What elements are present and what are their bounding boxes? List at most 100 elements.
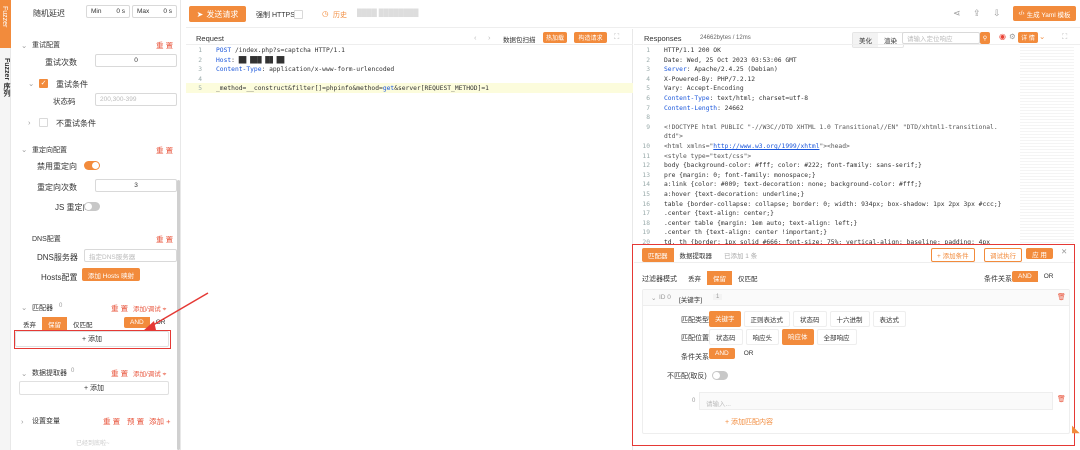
response-editor-wrap: 1 HTTP/1.1 200 OK 2 Date: Wed, 25 Oct 2023 …	[634, 45, 1014, 245]
dns-server-input[interactable]: 指定DNS服务器	[84, 249, 177, 262]
settings-icon[interactable]: ⚙	[1009, 32, 1016, 41]
fuzzer-sequence-tab[interactable]: Fuzzer 序列	[1, 58, 11, 96]
dns-reset-button[interactable]: 重 置	[156, 234, 173, 245]
generate-yaml-button[interactable]: ‹/› 生成 Yaml 模板	[1013, 6, 1076, 21]
matcher-mode-discard[interactable]: 丢弃	[17, 317, 42, 331]
line-number: 14	[642, 181, 650, 189]
prev-icon[interactable]: ‹	[474, 33, 477, 42]
matcher-reset-button[interactable]: 重 置	[111, 303, 128, 314]
no-retry-checkbox[interactable]	[39, 118, 48, 127]
add-hosts-button[interactable]: 添加 Hosts 映射	[82, 268, 140, 281]
disable-redirect-toggle[interactable]	[84, 161, 100, 170]
redirect-chevron-icon[interactable]: ⌄	[21, 145, 27, 154]
extractor-reset-button[interactable]: 重 置	[111, 368, 128, 379]
code-token: <style type="text/css">	[664, 152, 752, 160]
extractor-chevron-icon[interactable]: ⌄	[21, 369, 27, 378]
code-token: Content-Length	[664, 104, 718, 112]
response-expand-icon[interactable]: ⛶	[1062, 32, 1067, 42]
line-number: 18	[642, 219, 650, 227]
extractor-add-button[interactable]: + 添加	[19, 381, 169, 395]
retry-cond-checkbox[interactable]: ✓	[39, 79, 48, 88]
corner-handle-icon[interactable]: ◣	[1072, 424, 1080, 435]
search-icon[interactable]: ⚲	[980, 32, 990, 44]
min-label: Min	[91, 8, 102, 15]
code-token: HTTP/1.1 200 OK	[664, 47, 721, 54]
request-editor[interactable]: 1 POST /index.php?s=captcha HTTP/1.1 2 Host…	[190, 46, 489, 94]
status-code-input[interactable]: 200,300-399	[95, 93, 177, 106]
retry-count-input[interactable]: 0	[95, 54, 177, 67]
vars-chevron-icon[interactable]: ›	[21, 417, 24, 426]
line-number: 5	[646, 85, 650, 93]
code-token: : Apache/2.4.25 (Debian)	[686, 66, 778, 74]
response-minimap[interactable]	[1020, 45, 1074, 245]
history-button[interactable]: 历史	[333, 10, 347, 20]
generate-yaml-label: 生成 Yaml 模板	[1026, 11, 1071, 19]
line-number: 9	[646, 123, 650, 131]
line-number: 19	[642, 229, 650, 237]
line-number: 12	[642, 162, 650, 170]
send-request-button[interactable]: ➤ 发送请求	[189, 6, 246, 22]
no-retry-chevron-icon[interactable]: ›	[28, 118, 31, 127]
code-token: body {background-color: #fff; color: #22…	[664, 162, 922, 170]
random-delay-label: 随机延迟	[33, 9, 65, 18]
force-https-checkbox[interactable]	[294, 10, 303, 19]
vertical-sidebar: Fuzzer Fuzzer 序列	[0, 0, 11, 450]
min-unit: 0 s	[116, 8, 125, 15]
line-number: 4	[646, 75, 650, 83]
history-icon[interactable]: ◷	[322, 9, 329, 18]
dns-server-label: DNS服务器	[37, 253, 78, 262]
vars-reset-button[interactable]: 重 置	[103, 416, 120, 427]
delay-max-input[interactable]: Max 0 s	[132, 5, 177, 18]
delay-min-input[interactable]: Min 0 s	[86, 5, 130, 18]
response-search-input[interactable]: 请输入定位响应	[902, 32, 980, 44]
retry-chevron-icon[interactable]: ⌄	[21, 41, 27, 50]
detail-button[interactable]: 详 情	[1018, 32, 1038, 43]
matcher-mode-keep[interactable]: 保留	[42, 317, 67, 331]
next-icon[interactable]: ›	[488, 33, 491, 42]
code-token: Host	[216, 56, 232, 64]
extractor-add-debug-button[interactable]: 添加/调试 ⌖	[133, 368, 166, 379]
hot-load-button[interactable]: 热加载	[543, 32, 567, 43]
share-icon[interactable]: ⋖	[953, 8, 961, 19]
import-icon[interactable]: ⇩	[993, 8, 1001, 19]
export-icon[interactable]: ⇪	[973, 8, 981, 19]
response-line: 15 a:hover {text-decoration: underline;}	[638, 190, 1001, 200]
response-editor[interactable]: 1 HTTP/1.1 200 OK 2 Date: Wed, 25 Oct 2023 …	[638, 46, 1001, 245]
dns-title: DNS配置	[32, 236, 61, 243]
config-panel: 随机延迟 Min 0 s Max 0 s ⌄ 重试配置 重 置 重试次数 0 ⌄ ✓…	[11, 0, 181, 450]
hosts-label: Hosts配置	[41, 273, 78, 282]
vars-title: 设置变量	[32, 418, 60, 425]
no-retry-label: 不重试条件	[56, 119, 96, 128]
expand-icon[interactable]: ⛶	[614, 32, 619, 42]
line-number: 3	[646, 66, 650, 74]
build-request-button[interactable]: 构造请求	[574, 32, 607, 43]
highlight-box-right	[632, 244, 1075, 446]
vars-add-button[interactable]: 添加 +	[149, 416, 170, 427]
matcher-mode-only[interactable]: 仅匹配	[67, 317, 99, 331]
redirect-reset-button[interactable]: 重 置	[156, 145, 173, 156]
matcher-chevron-icon[interactable]: ⌄	[21, 303, 27, 312]
code-token: <!DOCTYPE html PUBLIC "-//W3C//DTD XHTML…	[664, 123, 998, 131]
line-number: 7	[646, 104, 650, 112]
packet-scan-button[interactable]: 数据包扫描	[503, 34, 536, 44]
response-line: 9 <!DOCTYPE html PUBLIC "-//W3C//DTD XHTM…	[638, 123, 1001, 133]
code-token: .center {text-align: center;}	[664, 210, 774, 218]
response-size: 24662bytes / 12ms	[700, 35, 751, 41]
redirect-count-input[interactable]: 3	[95, 179, 177, 192]
response-line: 3 Server: Apache/2.4.25 (Debian)	[638, 65, 1001, 75]
vars-preset-button[interactable]: 预 置	[127, 416, 144, 427]
retry-count-label: 重试次数	[45, 58, 77, 67]
retry-cond-label: 重试条件	[56, 80, 88, 89]
fuzzer-tab-label: Fuzzer	[1, 6, 8, 28]
matcher-mode-seg: 丢弃 保留 仅匹配	[17, 317, 99, 331]
line-number: 11	[642, 152, 650, 160]
js-redirect-toggle[interactable]	[84, 202, 100, 211]
retry-cond-chevron-icon[interactable]: ⌄	[28, 79, 34, 88]
code-token: Server	[664, 66, 687, 74]
code-token: : text/html; charset=utf-8	[709, 94, 809, 102]
detail-chevron-icon[interactable]: ⌄	[1039, 32, 1045, 41]
retry-reset-button[interactable]: 重 置	[156, 40, 173, 51]
chrome-icon[interactable]: ◉	[999, 32, 1006, 41]
response-line: 11 <style type="text/css">	[638, 152, 1001, 162]
fuzzer-tab-accent[interactable]: Fuzzer	[0, 0, 11, 48]
